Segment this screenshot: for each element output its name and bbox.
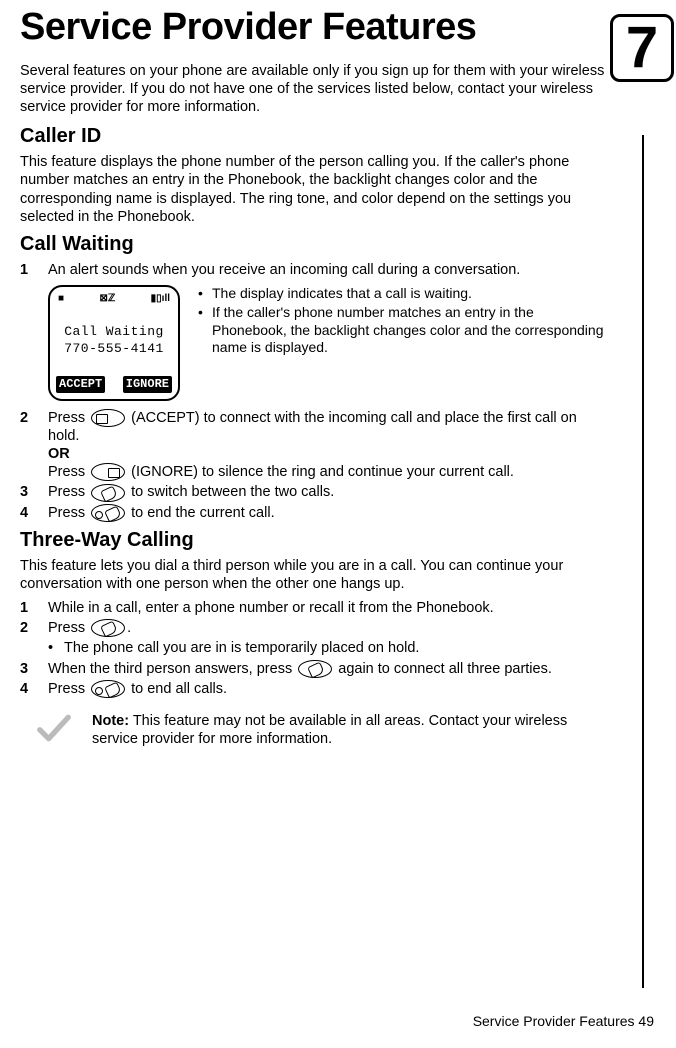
call-waiting-steps: 1 An alert sounds when you receive an in… (20, 261, 610, 279)
talk-key-icon (91, 484, 125, 502)
display-line1: Call Waiting (64, 324, 164, 340)
step-text: When the third person answers, press aga… (48, 660, 610, 678)
step-text: Press to end all calls. (48, 680, 610, 698)
step-text: Press to end the current call. (48, 504, 610, 522)
display-content: Call Waiting 770-555-4141 (56, 305, 172, 376)
note-text: Note: This feature may not be available … (92, 712, 610, 748)
checkmark-icon (36, 712, 72, 744)
step-number: 4 (20, 680, 48, 698)
call-waiting-steps-cont: 2 Press (ACCEPT) to connect with the inc… (20, 409, 610, 522)
page-content: Service Provider Features Several featur… (20, 8, 610, 748)
note-label: Note: (92, 713, 129, 729)
bullet-icon: • (198, 285, 212, 303)
chapter-badge: 7 (610, 14, 674, 82)
vertical-rule (642, 135, 644, 988)
phone-display: ■ ⊠ℤ ▮▯ıll Call Waiting 770-555-4141 ACC… (48, 285, 180, 401)
status-battery-icon: ■ (58, 293, 64, 306)
call-waiting-heading: Call Waiting (20, 232, 610, 257)
page-title: Service Provider Features (20, 8, 610, 48)
bullet-text: If the caller's phone number matches an … (212, 304, 610, 357)
three-way-body: This feature lets you dial a third perso… (20, 557, 610, 593)
step-text: An alert sounds when you receive an inco… (48, 261, 610, 279)
step-text: Press to switch between the two calls. (48, 483, 610, 501)
left-softkey-icon (91, 409, 125, 427)
status-mid-icon: ⊠ℤ (99, 293, 115, 306)
step-number: 1 (20, 261, 48, 279)
end-key-icon (91, 504, 125, 522)
three-way-steps: 1 While in a call, enter a phone number … (20, 599, 610, 637)
caller-id-heading: Caller ID (20, 124, 610, 149)
bullet-icon: • (198, 304, 212, 357)
bullet-icon: • (48, 639, 64, 657)
or-label: OR (48, 446, 70, 462)
three-way-heading: Three-Way Calling (20, 528, 610, 553)
softkey-ignore: IGNORE (123, 376, 172, 393)
note-row: Note: This feature may not be available … (36, 712, 610, 748)
chapter-number: 7 (626, 12, 658, 85)
bullet-text: The phone call you are in is temporarily… (64, 639, 419, 657)
softkey-accept: ACCEPT (56, 376, 105, 393)
step-text: Press (ACCEPT) to connect with the incom… (48, 409, 610, 482)
display-softkeys: ACCEPT IGNORE (56, 376, 172, 393)
bullet-text: The display indicates that a call is wai… (212, 285, 472, 303)
caller-id-body: This feature displays the phone number o… (20, 153, 610, 226)
right-softkey-icon (91, 463, 125, 481)
display-status-bar: ■ ⊠ℤ ▮▯ıll (56, 293, 172, 306)
step-number: 3 (20, 660, 48, 678)
step-number: 3 (20, 483, 48, 501)
display-bullets: •The display indicates that a call is wa… (198, 285, 610, 359)
step-number: 2 (20, 619, 48, 637)
step-number: 2 (20, 409, 48, 482)
talk-key-icon (298, 660, 332, 678)
intro-paragraph: Several features on your phone are avail… (20, 62, 610, 116)
three-way-steps-cont: 3 When the third person answers, press a… (20, 660, 610, 698)
display-line2: 770-555-4141 (64, 341, 164, 357)
page-footer: Service Provider Features 49 (473, 1013, 654, 1031)
step-number: 1 (20, 599, 48, 617)
step-text: While in a call, enter a phone number or… (48, 599, 610, 617)
sub-bullet: • The phone call you are in is temporari… (48, 639, 610, 657)
step-number: 4 (20, 504, 48, 522)
step-text: Press . (48, 619, 610, 637)
end-key-icon (91, 680, 125, 698)
talk-key-icon (91, 619, 125, 637)
status-signal-icon: ▮▯ıll (151, 293, 170, 306)
phone-display-row: ■ ⊠ℤ ▮▯ıll Call Waiting 770-555-4141 ACC… (48, 285, 610, 401)
